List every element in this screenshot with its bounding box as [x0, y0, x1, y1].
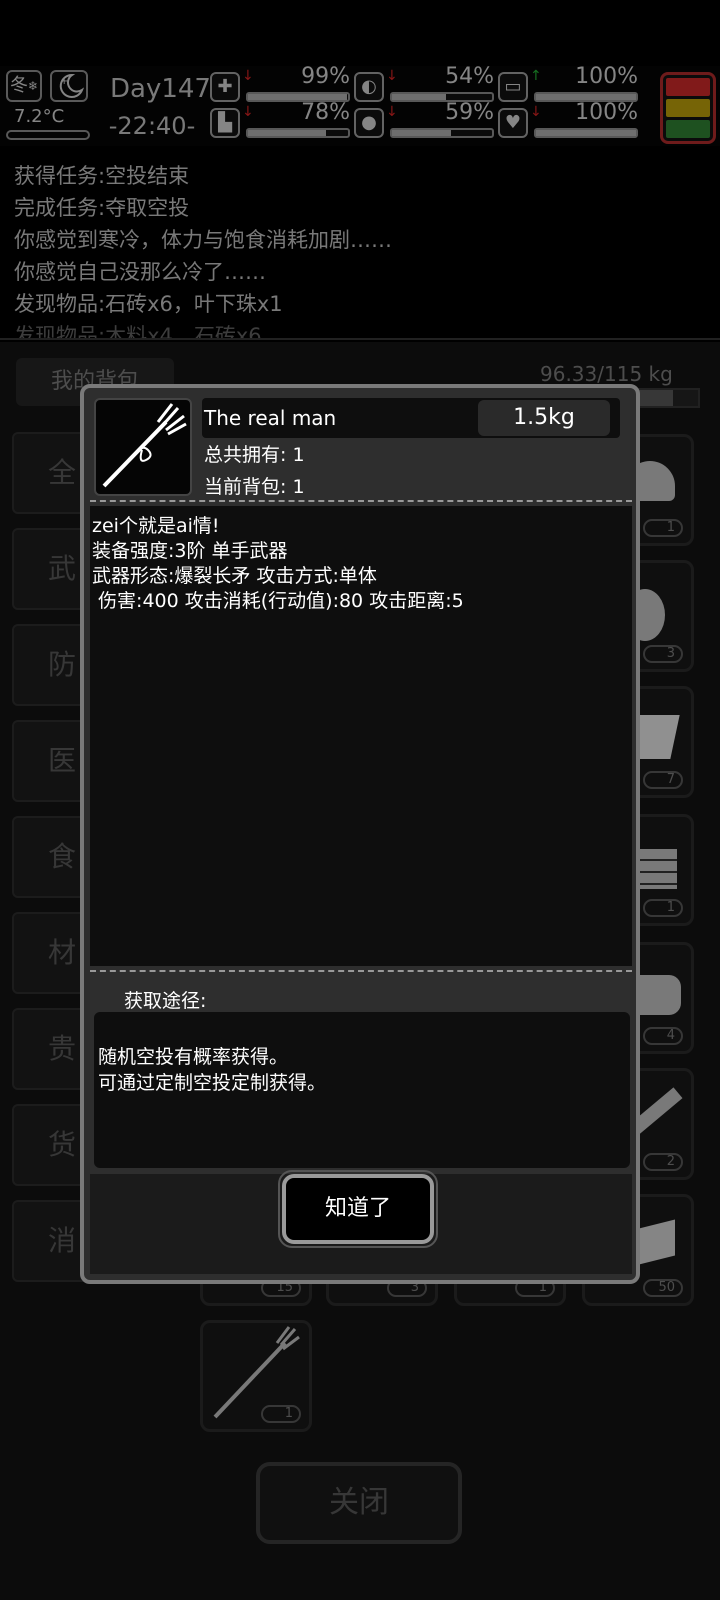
spear-icon: [102, 403, 187, 488]
source-box[interactable]: 随机空投有概率获得。 可通过定制空投定制获得。: [94, 1012, 630, 1168]
owned-total-label: 总共拥有:: [204, 444, 287, 466]
divider: [90, 970, 632, 972]
description-line: 武器形态:爆裂长矛 攻击方式:单体: [92, 565, 377, 587]
source-line: 随机空投有概率获得。: [98, 1046, 289, 1068]
item-weight: 1.5kg: [478, 400, 610, 436]
divider: [90, 500, 632, 502]
owned-total: 总共拥有: 1: [204, 440, 305, 467]
item-thumbnail: [94, 398, 192, 496]
item-description[interactable]: zei个就是ai情! 装备强度:3阶 单手武器 武器形态:爆裂长矛 攻击方式:单…: [90, 506, 632, 966]
item-detail-dialog: The real man 1.5kg 总共拥有: 1 当前背包: 1 zei个就…: [80, 384, 640, 1284]
source-title: 获取途径:: [124, 990, 207, 1012]
description-line: 伤害:400 攻击消耗(行动值):80 攻击距离:5: [92, 590, 464, 612]
source-line: 可通过定制空投定制获得。: [98, 1072, 327, 1094]
description-line: zei个就是ai情!: [92, 515, 220, 537]
description-line: 装备强度:3阶 单手武器: [92, 540, 288, 562]
bag-count-value: 1: [292, 476, 305, 498]
ok-button[interactable]: 知道了: [282, 1174, 434, 1244]
bag-count-label: 当前背包:: [204, 476, 287, 498]
bag-count: 当前背包: 1: [204, 472, 305, 499]
owned-total-value: 1: [292, 444, 305, 466]
item-name: The real man: [204, 406, 337, 430]
